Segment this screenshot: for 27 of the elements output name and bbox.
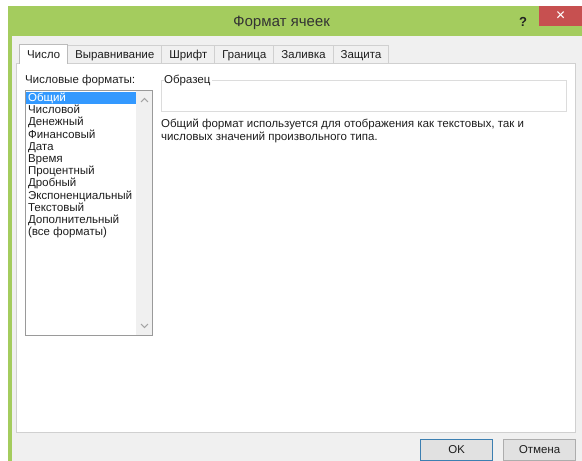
- tab[interactable]: Граница: [214, 45, 274, 63]
- tab[interactable]: Защита: [332, 45, 390, 63]
- sample-label: Образец: [164, 74, 212, 86]
- format-item[interactable]: Финансовый: [26, 128, 136, 141]
- description-text: Общий формат используется для отображения как текстовых, так и числовых значений произвольного типа.: [161, 118, 525, 144]
- tab[interactable]: Шрифт: [161, 45, 216, 63]
- dialog-button[interactable]: OK: [420, 439, 493, 461]
- tab[interactable]: Выравнивание: [67, 45, 162, 63]
- tab[interactable]: Число: [19, 44, 68, 64]
- format-item[interactable]: Процентный: [26, 165, 136, 178]
- dialog-button[interactable]: Отмена: [503, 439, 576, 461]
- format-item[interactable]: (все форматы): [26, 226, 136, 238]
- scroll-up-icon[interactable]: [140, 97, 148, 103]
- window-title: Формат ячеек: [232, 12, 331, 30]
- scrollbar[interactable]: [136, 91, 152, 335]
- format-item[interactable]: Экспоненциальный: [26, 190, 136, 202]
- format-item[interactable]: Дополнительный: [26, 214, 136, 226]
- formats-label: Числовые форматы:: [25, 74, 136, 88]
- format-item[interactable]: Денежный: [26, 116, 136, 129]
- help-button[interactable]: ?: [511, 6, 535, 36]
- scroll-down-icon[interactable]: [140, 323, 148, 329]
- format-item[interactable]: Текстовый: [26, 202, 136, 214]
- format-item[interactable]: Время: [26, 152, 136, 166]
- format-item[interactable]: Дробный: [26, 177, 136, 190]
- format-item[interactable]: Дата: [26, 140, 136, 153]
- close-button[interactable]: ×: [539, 6, 582, 26]
- format-item[interactable]: Числовой: [26, 104, 136, 116]
